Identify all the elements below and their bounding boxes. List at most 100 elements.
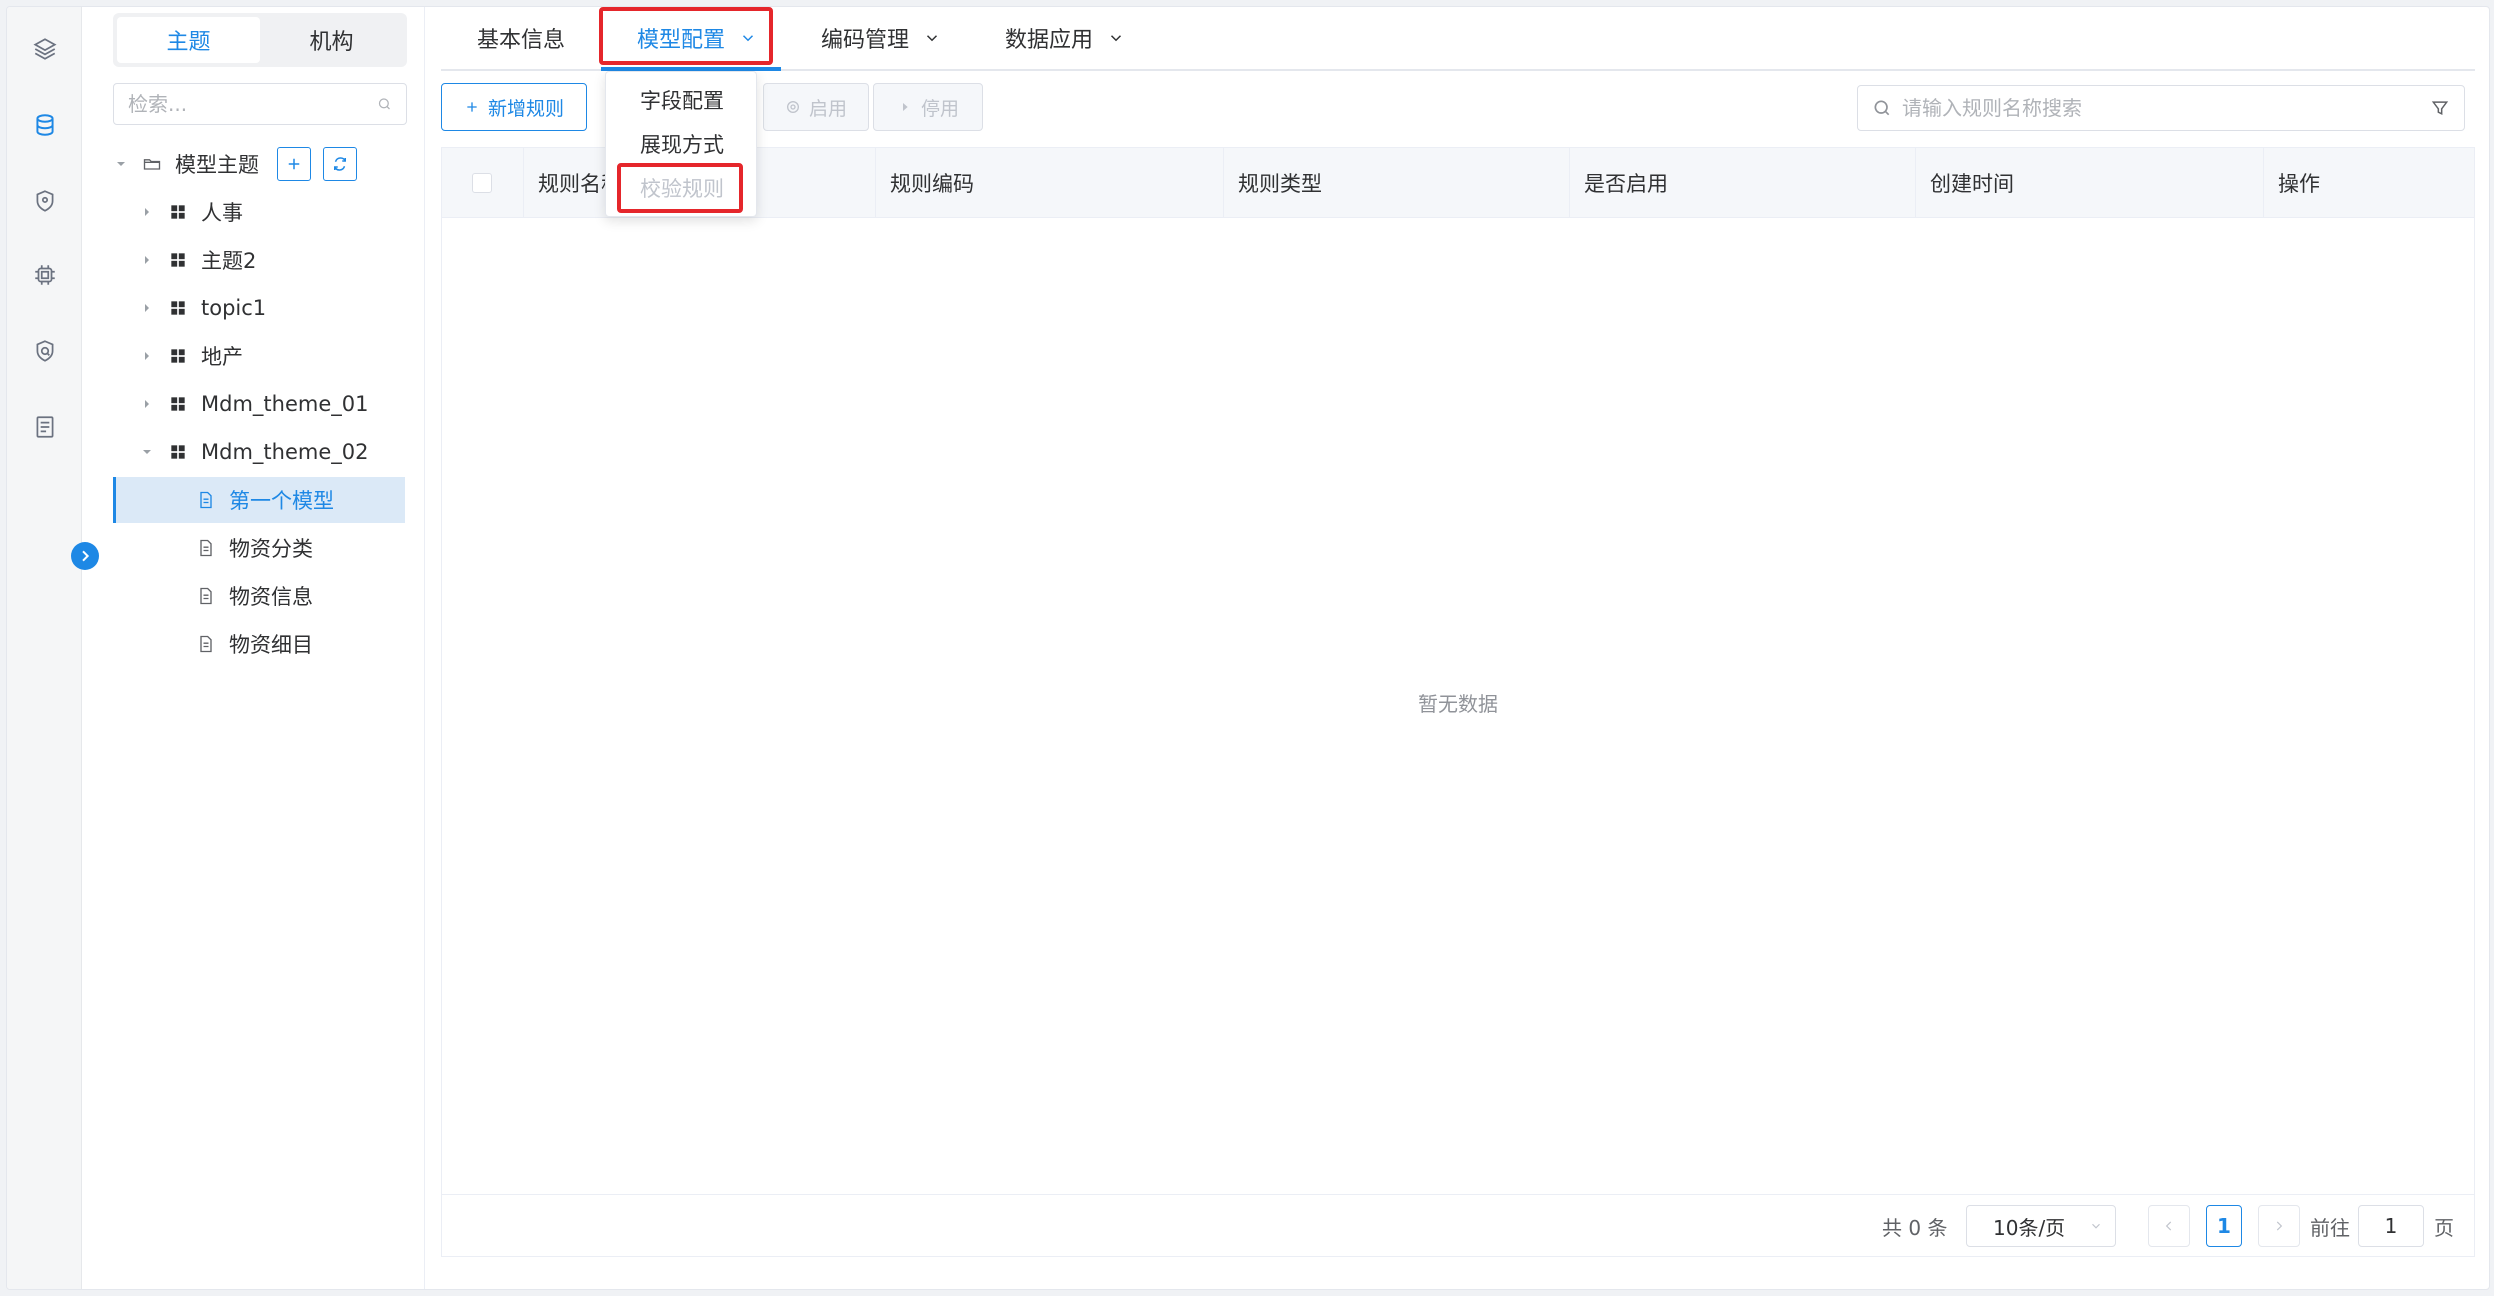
search-icon bbox=[378, 98, 390, 110]
tree-model-label: 物资分类 bbox=[229, 537, 313, 561]
grid-icon bbox=[167, 201, 189, 223]
tree-model-node[interactable]: 物资信息 bbox=[113, 573, 405, 619]
chevron-left-icon bbox=[2165, 1221, 2172, 1231]
page-number-button[interactable]: 1 bbox=[2206, 1205, 2242, 1247]
caret-right-icon[interactable] bbox=[139, 398, 155, 410]
document-icon bbox=[195, 489, 217, 511]
chip-icon[interactable] bbox=[31, 261, 59, 289]
grid-icon bbox=[167, 393, 189, 415]
enable-button[interactable]: 启用 bbox=[763, 83, 869, 131]
main-content: 基本信息 模型配置 编码管理 数据应用 新增规则 启用 停用 请输入规则名称搜索… bbox=[441, 7, 2481, 1289]
page-size-select[interactable]: 10条/页 bbox=[1966, 1205, 2116, 1247]
tree-theme-node[interactable]: 人事 bbox=[113, 189, 405, 235]
tree-model-node[interactable]: 物资分类 bbox=[113, 525, 405, 571]
tree-model-node-selected[interactable]: 第一个模型 bbox=[113, 477, 405, 523]
tree-segment-control: 主题 机构 bbox=[113, 13, 407, 67]
column-header: 创建时间 bbox=[1916, 148, 2264, 218]
tab-label: 模型配置 bbox=[637, 28, 726, 53]
icon-rail bbox=[7, 7, 82, 1289]
database-icon[interactable] bbox=[31, 111, 59, 139]
shield-icon[interactable] bbox=[31, 187, 59, 215]
grid-icon bbox=[167, 345, 189, 367]
grid-icon bbox=[167, 297, 189, 319]
tree-root-node[interactable]: 模型主题 bbox=[113, 141, 405, 187]
caret-right-icon[interactable] bbox=[139, 350, 155, 362]
page-size-value: 10条/页 bbox=[1993, 1215, 2066, 1240]
chevron-down-icon bbox=[926, 35, 938, 42]
segment-theme[interactable]: 主题 bbox=[117, 17, 260, 63]
play-circle-icon bbox=[786, 101, 799, 113]
tree-theme-label: 地产 bbox=[201, 345, 243, 369]
document-icon bbox=[195, 585, 217, 607]
page-suffix: 页 bbox=[2434, 1215, 2454, 1240]
tree-theme-node[interactable]: 主题2 bbox=[113, 237, 405, 283]
add-rule-button[interactable]: 新增规则 bbox=[441, 83, 587, 131]
tab-label: 数据应用 bbox=[1005, 28, 1094, 53]
tree-model-label: 物资细目 bbox=[229, 633, 313, 657]
column-header: 规则编码 bbox=[876, 148, 1224, 218]
prev-page-button[interactable] bbox=[2148, 1205, 2190, 1247]
caret-down-icon[interactable] bbox=[139, 446, 155, 458]
column-header: 是否启用 bbox=[1570, 148, 1916, 218]
tree-model-label: 物资信息 bbox=[229, 585, 313, 609]
tree-model-node[interactable]: 物资细目 bbox=[113, 621, 405, 667]
layers-icon[interactable] bbox=[31, 35, 59, 63]
tree-panel: 主题 机构 模型主题 人事 bbox=[83, 7, 425, 1289]
tab-basic-info[interactable]: 基本信息 bbox=[477, 7, 565, 69]
document-list-icon[interactable] bbox=[31, 413, 59, 441]
document-icon bbox=[195, 633, 217, 655]
add-rule-label: 新增规则 bbox=[487, 97, 564, 120]
tab-label: 编码管理 bbox=[821, 28, 910, 53]
tab-code-management[interactable]: 编码管理 bbox=[821, 7, 941, 69]
segment-organization[interactable]: 机构 bbox=[260, 17, 403, 63]
next-page-button[interactable] bbox=[2258, 1205, 2300, 1247]
disable-label: 停用 bbox=[920, 97, 959, 120]
grid-icon bbox=[167, 441, 189, 463]
tab-model-config[interactable]: 模型配置 bbox=[637, 7, 757, 69]
tree-theme-node[interactable]: 地产 bbox=[113, 333, 405, 379]
tree-model-label: 第一个模型 bbox=[229, 489, 334, 513]
menu-item-field-config[interactable]: 字段配置 bbox=[606, 78, 756, 122]
tree-theme-node[interactable]: Mdm_theme_01 bbox=[113, 381, 405, 427]
tree-theme-label: topic1 bbox=[201, 296, 267, 320]
caret-right-icon[interactable] bbox=[139, 302, 155, 314]
grid-icon bbox=[167, 249, 189, 271]
tree-theme-label: Mdm_theme_02 bbox=[201, 440, 369, 464]
tab-label: 基本信息 bbox=[477, 28, 566, 53]
tree-search-input[interactable] bbox=[128, 92, 377, 116]
header-select-all[interactable] bbox=[442, 148, 524, 218]
sidebar-collapse-toggle[interactable] bbox=[71, 542, 99, 570]
rule-search-input[interactable] bbox=[1902, 96, 2430, 120]
tree-theme-node[interactable]: topic1 bbox=[113, 285, 405, 331]
app-window: 主题 机构 模型主题 人事 bbox=[6, 6, 2490, 1290]
menu-item-validation-rules[interactable]: 校验规则 bbox=[606, 166, 756, 210]
select-all-checkbox[interactable] bbox=[472, 173, 492, 193]
column-header: 操作 bbox=[2278, 172, 2320, 196]
tab-bar: 基本信息 模型配置 编码管理 数据应用 bbox=[441, 7, 2475, 71]
add-theme-button[interactable] bbox=[277, 147, 311, 181]
security-shield-icon[interactable] bbox=[31, 337, 59, 365]
disable-button[interactable]: 停用 bbox=[873, 83, 983, 131]
caret-right-icon bbox=[902, 103, 908, 111]
tree-search-box bbox=[113, 83, 407, 125]
refresh-icon bbox=[334, 157, 346, 171]
caret-right-icon[interactable] bbox=[139, 206, 155, 218]
tree-theme-node[interactable]: Mdm_theme_02 bbox=[113, 429, 405, 475]
tree-theme-label: 主题2 bbox=[201, 249, 257, 273]
refresh-tree-button[interactable] bbox=[323, 147, 357, 181]
filter-icon[interactable] bbox=[2430, 98, 2450, 118]
menu-item-display-mode[interactable]: 展现方式 bbox=[606, 122, 756, 166]
column-header: 规则类型 bbox=[1224, 148, 1570, 218]
caret-right-icon[interactable] bbox=[139, 254, 155, 266]
chevron-down-icon bbox=[742, 35, 754, 42]
chevron-down-icon bbox=[1110, 35, 1122, 42]
folder-open-icon bbox=[141, 153, 163, 175]
goto-page-input[interactable] bbox=[2358, 1205, 2424, 1247]
document-icon bbox=[195, 537, 217, 559]
tree-theme-label: 人事 bbox=[201, 201, 243, 225]
chevron-right-icon bbox=[82, 550, 90, 562]
caret-down-icon[interactable] bbox=[113, 158, 129, 170]
tree-root-label: 模型主题 bbox=[175, 153, 259, 177]
empty-state-text: 暂无数据 bbox=[1418, 692, 1498, 716]
tab-data-application[interactable]: 数据应用 bbox=[1005, 7, 1125, 69]
